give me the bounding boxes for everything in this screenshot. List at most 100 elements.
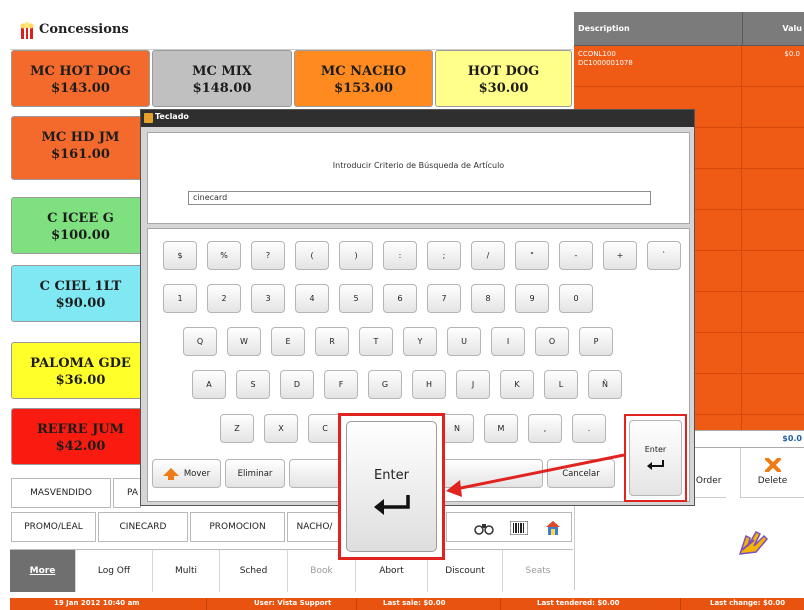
keyboard-key[interactable]: 5 [339, 284, 373, 313]
keyboard-key[interactable]: . [572, 414, 606, 443]
keyboard-key[interactable]: H [412, 370, 446, 399]
product-tile[interactable]: HOT DOG $30.00 [435, 50, 572, 107]
keyboard-key[interactable]: M [484, 414, 518, 443]
category-promocion-button[interactable]: PROMOCION [190, 512, 285, 542]
status-user: User: Vista Support [254, 599, 332, 607]
keyboard-key[interactable]: " [515, 241, 549, 270]
keyboard-key[interactable]: + [603, 241, 637, 270]
keyboard-key[interactable]: 1 [163, 284, 197, 313]
product-tile[interactable]: PALOMA GDE $36.00 [11, 342, 150, 399]
enter-key-zoom-face: Enter [346, 421, 437, 552]
binoculars-icon[interactable] [474, 521, 494, 535]
button-label: Seats [525, 566, 551, 576]
keyboard-key[interactable]: ? [251, 241, 285, 270]
product-tile[interactable]: C CIEL 1LT $90.00 [11, 265, 150, 322]
keyboard-key[interactable]: 6 [383, 284, 417, 313]
keyboard-key[interactable]: / [471, 241, 505, 270]
sched-button[interactable]: Sched [220, 550, 288, 592]
keyboard-key[interactable]: % [207, 241, 241, 270]
window-title: Concessions [39, 22, 129, 37]
category-partial-button[interactable]: PA [113, 478, 141, 508]
keyboard-key[interactable]: X [264, 414, 298, 443]
enter-key[interactable]: Enter [624, 414, 687, 502]
keyboard-key[interactable]: ; [427, 241, 461, 270]
key-label: Mover [183, 468, 211, 479]
keyboard-key[interactable]: A [192, 370, 226, 399]
keyboard-key[interactable]: , [528, 414, 562, 443]
multi-button[interactable]: Multi [153, 550, 220, 592]
home-icon[interactable] [545, 520, 561, 536]
keyboard-key[interactable]: R [315, 327, 349, 356]
keyboard-key[interactable]: O [535, 327, 569, 356]
product-tile[interactable]: REFRE JUM $42.00 [11, 408, 150, 465]
key-label: 3 [265, 294, 271, 303]
category-nacho-button[interactable]: NACHO/ [287, 512, 342, 542]
keyboard-key[interactable]: T [359, 327, 393, 356]
key-label: , [543, 424, 547, 433]
keyboard-key[interactable]: ) [339, 241, 373, 270]
keyboard-key[interactable]: Q [183, 327, 217, 356]
category-cinecard-button[interactable]: CINECARD [98, 512, 188, 542]
keyboard-key[interactable]: U [447, 327, 481, 356]
cancelar-key[interactable]: Cancelar [547, 459, 615, 488]
keyboard-key[interactable]: : [383, 241, 417, 270]
button-label: More [29, 566, 56, 576]
keyboard-key[interactable]: F [324, 370, 358, 399]
logoff-button[interactable]: Log Off [76, 550, 153, 592]
keyboard-key[interactable]: Y [403, 327, 437, 356]
keyboard-key[interactable]: - [559, 241, 593, 270]
keyboard-key[interactable]: C [308, 414, 342, 443]
key-label: N [454, 424, 460, 433]
seats-button[interactable]: Seats [503, 550, 573, 592]
button-label: Book [310, 566, 333, 576]
keyboard-app-icon [144, 113, 153, 123]
product-tile[interactable]: C ICEE G $100.00 [11, 197, 150, 254]
key-label: 2 [221, 294, 227, 303]
mover-key[interactable]: Mover [152, 459, 221, 488]
category-masvendido-button[interactable]: MASVENDIDO [11, 478, 111, 508]
product-tile[interactable]: MC MIX $148.00 [152, 50, 292, 107]
category-promo-leal-button[interactable]: PROMO/LEAL [11, 512, 96, 542]
keyboard-key[interactable]: 7 [427, 284, 461, 313]
search-input[interactable]: cinecard [188, 191, 651, 205]
barcode-icon[interactable] [510, 521, 528, 535]
order-button[interactable]: : Order [688, 448, 726, 498]
keyboard-key[interactable]: G [368, 370, 402, 399]
eliminar-key[interactable]: Eliminar [225, 459, 285, 488]
keyboard-key[interactable]: $ [163, 241, 197, 270]
keyboard-key[interactable]: I [491, 327, 525, 356]
product-tile[interactable]: MC HD JM $161.00 [11, 116, 150, 180]
key-label: W [240, 337, 248, 346]
keyboard-key[interactable]: N [440, 414, 474, 443]
keyboard-key[interactable]: 9 [515, 284, 549, 313]
keyboard-key[interactable]: 3 [251, 284, 285, 313]
keyboard-key[interactable]: E [271, 327, 305, 356]
keyboard-key[interactable]: ` [647, 241, 681, 270]
keyboard-key[interactable]: J [456, 370, 490, 399]
status-divider [680, 598, 681, 610]
key-label: ( [310, 251, 314, 260]
keyboard-key[interactable]: Z [220, 414, 254, 443]
keyboard-key[interactable]: 0 [559, 284, 593, 313]
keyboard-key[interactable]: S [236, 370, 270, 399]
delete-button[interactable]: Delete [740, 448, 804, 498]
dialog-titlebar: Teclado [141, 110, 694, 127]
keyboard-key[interactable]: 2 [207, 284, 241, 313]
keyboard-key[interactable]: W [227, 327, 261, 356]
product-tile[interactable]: MC NACHO $153.00 [294, 50, 433, 107]
product-tile[interactable]: MC HOT DOG $143.00 [11, 50, 150, 107]
status-divider [356, 598, 357, 610]
search-panel: Introducir Criterio de Búsqueda de Artíc… [147, 132, 690, 224]
keyboard-key[interactable]: Ñ [588, 370, 622, 399]
product-price: $90.00 [55, 296, 106, 311]
keyboard-key[interactable]: ( [295, 241, 329, 270]
grid-row[interactable]: CCONL100 DC1000001078 [578, 50, 633, 68]
hand-cursor-icon[interactable] [736, 528, 772, 558]
more-button[interactable]: More [10, 550, 76, 592]
keyboard-key[interactable]: 8 [471, 284, 505, 313]
keyboard-key[interactable]: P [579, 327, 613, 356]
keyboard-key[interactable]: L [544, 370, 578, 399]
keyboard-key[interactable]: D [280, 370, 314, 399]
keyboard-key[interactable]: 4 [295, 284, 329, 313]
keyboard-key[interactable]: K [500, 370, 534, 399]
